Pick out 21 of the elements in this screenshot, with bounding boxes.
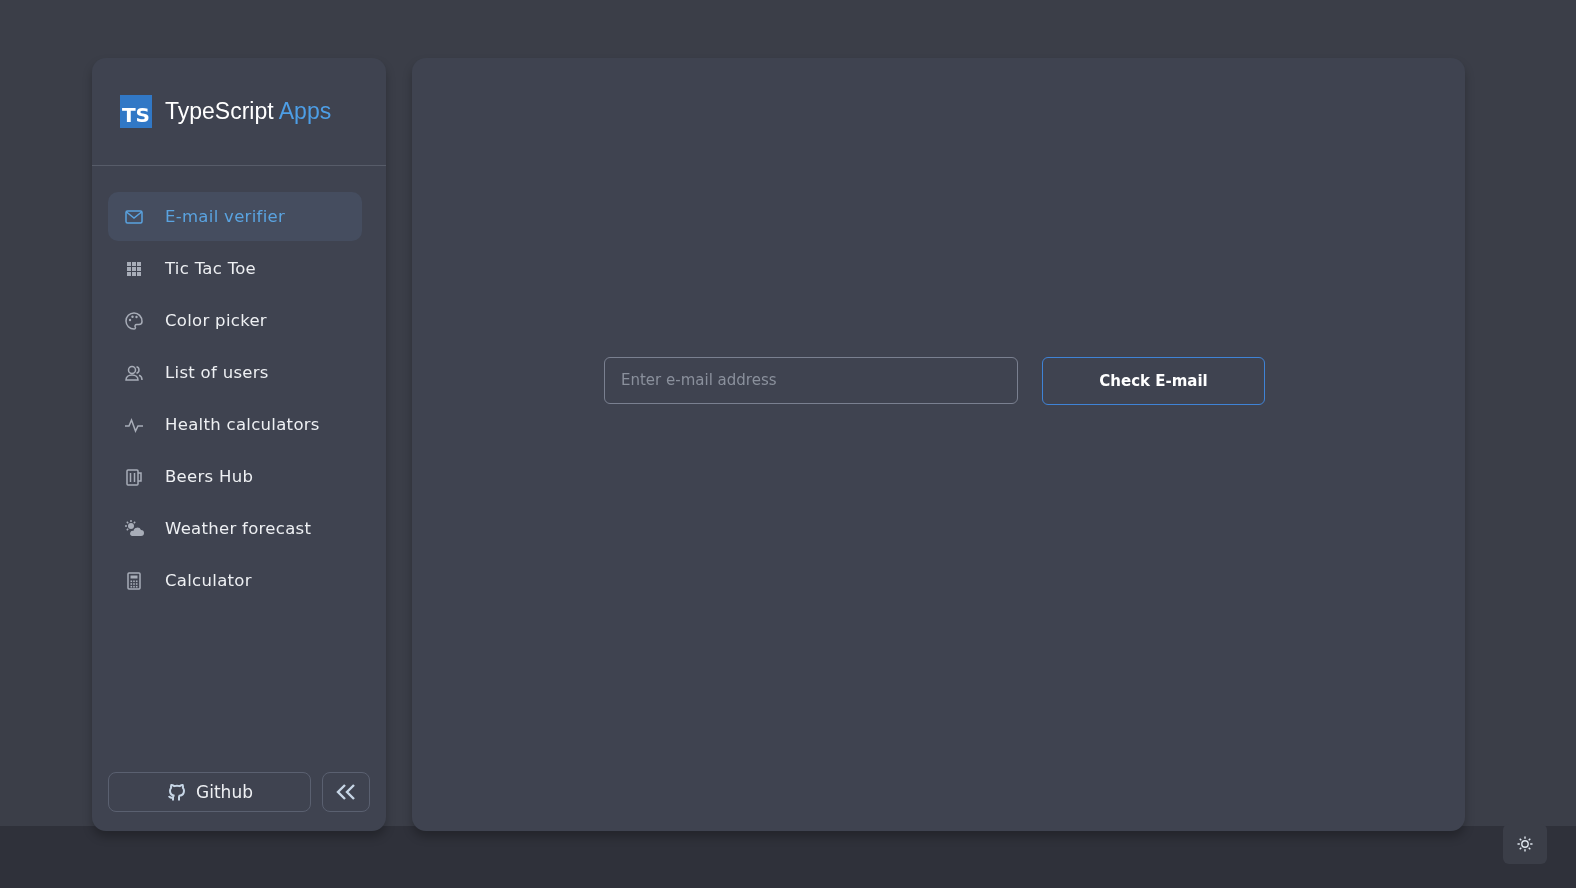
- sun-icon: [1517, 836, 1533, 852]
- nav-item[interactable]: Beers Hub: [108, 452, 362, 501]
- theme-toggle-button[interactable]: [1503, 824, 1547, 864]
- nav-item[interactable]: List of users: [108, 348, 362, 397]
- double-chevron-left-icon: [335, 783, 357, 801]
- nav-item[interactable]: Color picker: [108, 296, 362, 345]
- github-button[interactable]: Github: [108, 772, 311, 812]
- github-icon: [166, 782, 187, 802]
- typescript-logo: TS: [120, 95, 152, 128]
- calculator-icon: [124, 570, 144, 591]
- palette-icon: [124, 310, 144, 331]
- check-email-button[interactable]: Check E-mail: [1042, 356, 1265, 405]
- nav-item[interactable]: Health calculators: [108, 400, 362, 449]
- nav-item[interactable]: Tic Tac Toe: [108, 244, 362, 293]
- collapse-button[interactable]: [322, 772, 370, 812]
- weather-icon: [124, 518, 144, 539]
- mug-icon: [124, 466, 144, 487]
- email-input-field[interactable]: Enter e-mail address: [604, 356, 1018, 404]
- nav-item[interactable]: Weather forecast: [108, 504, 362, 553]
- app-title: TypeScript Apps: [165, 98, 332, 125]
- nav-item[interactable]: Calculator: [108, 556, 362, 605]
